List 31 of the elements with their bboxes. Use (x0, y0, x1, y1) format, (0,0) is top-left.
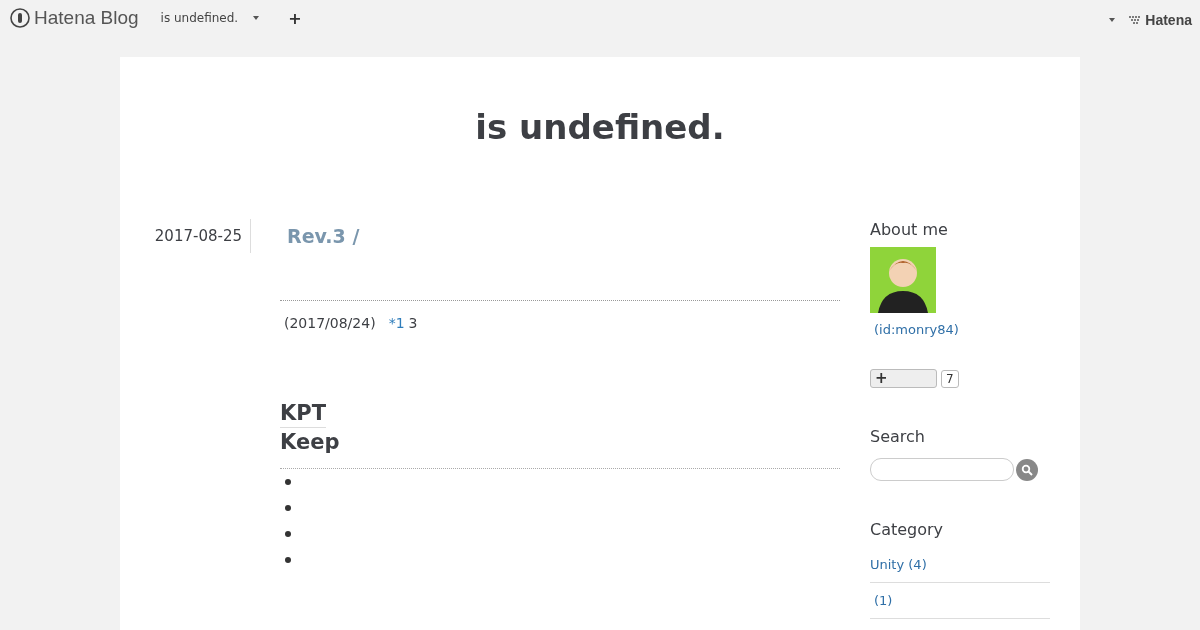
entry-note: 3 (408, 315, 418, 331)
section-heading: KPT (280, 399, 326, 428)
hatena-logo[interactable]: Hatena (1128, 12, 1192, 28)
entry-date-note: (2017/08/24) (284, 315, 376, 331)
avatar-icon[interactable] (870, 247, 936, 313)
search-button[interactable] (1016, 458, 1038, 481)
user-id-link[interactable]: (id:monry84) (874, 322, 959, 337)
caret-icon[interactable] (1108, 17, 1117, 23)
entry-date[interactable]: 2017-08-25 (150, 219, 251, 253)
blog-title[interactable]: is undefined. (475, 57, 725, 147)
footnote-link[interactable]: *1 (388, 315, 405, 331)
search-icon (1021, 463, 1033, 476)
subsection-heading: Keep (280, 429, 340, 456)
blog-switcher[interactable]: is undefined. (152, 11, 239, 25)
bullet-icon (285, 479, 291, 485)
logo-icon (10, 8, 30, 28)
hatena-blog-logo[interactable]: Hatena Blog (10, 7, 139, 29)
module-title: Category (870, 519, 944, 541)
category-link[interactable]: Unity (4) (870, 557, 927, 572)
search-field[interactable] (870, 458, 1014, 481)
add-button[interactable]: + (274, 8, 302, 28)
bullet-icon (285, 531, 291, 537)
module-title: About me (870, 219, 948, 241)
subscriber-count: 7 (941, 369, 959, 388)
bullet-icon (285, 557, 291, 563)
category-link[interactable]: (1) (874, 593, 893, 608)
subscribe-button[interactable]: + (870, 369, 937, 388)
caret-icon[interactable] (252, 15, 261, 21)
module-title: Search (870, 426, 925, 448)
logo-icon (1128, 15, 1143, 25)
bullet-icon (285, 505, 291, 511)
